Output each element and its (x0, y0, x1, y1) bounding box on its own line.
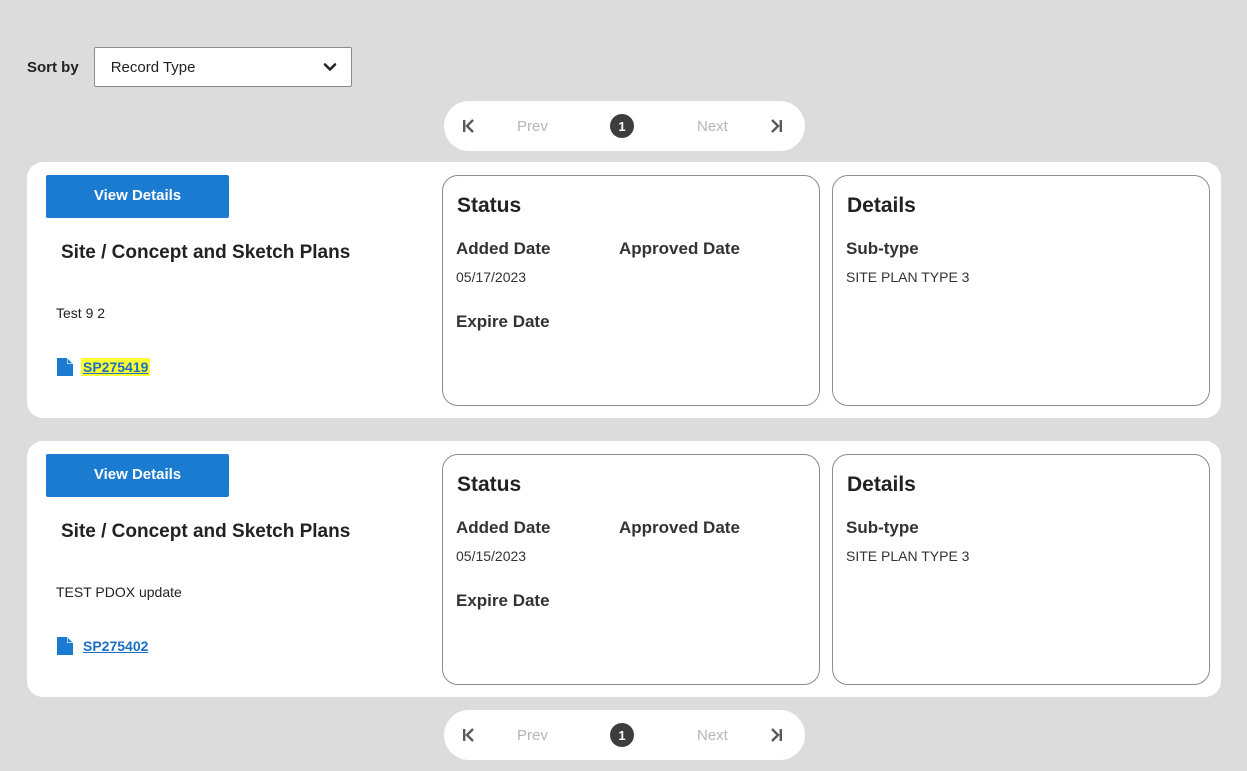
prev-page-button[interactable]: Prev (517, 118, 548, 135)
sort-selected-value: Record Type (110, 58, 196, 76)
record-card: View Details Site / Concept and Sketch P… (27, 162, 1221, 418)
document-icon (57, 358, 73, 376)
next-page-button[interactable]: Next (697, 118, 728, 135)
approved-date-label: Approved Date (619, 518, 740, 537)
status-panel: Status Added Date 05/15/2023 Approved Da… (442, 454, 820, 685)
sort-label: Sort by (27, 58, 79, 76)
status-heading: Status (457, 194, 522, 217)
status-panel: Status Added Date 05/17/2023 Approved Da… (442, 175, 820, 406)
record-title: Site / Concept and Sketch Plans (61, 521, 351, 542)
status-heading: Status (457, 473, 522, 496)
added-date-value: 05/17/2023 (456, 269, 527, 285)
next-page-button[interactable]: Next (697, 727, 728, 744)
record-id-link[interactable]: SP275402 (81, 637, 150, 655)
page-number-current[interactable]: 1 (610, 114, 634, 138)
document-icon (57, 637, 73, 655)
page-number-current[interactable]: 1 (610, 723, 634, 747)
first-page-icon[interactable] (461, 725, 477, 745)
subtype-label: Sub-type (846, 239, 919, 258)
sort-control: Sort by Record Type (27, 47, 352, 87)
last-page-icon[interactable] (768, 725, 784, 745)
expire-date-label: Expire Date (456, 591, 550, 610)
first-page-icon[interactable] (461, 116, 477, 136)
added-date-label: Added Date (456, 239, 551, 258)
record-id-link[interactable]: SP275419 (81, 358, 151, 376)
sort-select[interactable]: Record Type (93, 47, 352, 87)
view-details-button[interactable]: View Details (46, 175, 229, 218)
record-description: Test 9 2 (56, 305, 106, 321)
pagination-bottom: Prev 1 Next (444, 710, 805, 760)
added-date-value: 05/15/2023 (456, 548, 527, 564)
record-title: Site / Concept and Sketch Plans (61, 242, 351, 263)
pagination-top: Prev 1 Next (444, 101, 805, 151)
record-link-row: SP275402 (57, 637, 150, 655)
last-page-icon[interactable] (768, 116, 784, 136)
subtype-label: Sub-type (846, 518, 919, 537)
subtype-value: SITE PLAN TYPE 3 (846, 269, 970, 285)
record-card: View Details Site / Concept and Sketch P… (27, 441, 1221, 697)
details-heading: Details (847, 473, 916, 496)
expire-date-label: Expire Date (456, 312, 550, 331)
prev-page-button[interactable]: Prev (517, 727, 548, 744)
details-panel: Details Sub-type SITE PLAN TYPE 3 (832, 454, 1210, 685)
view-details-button[interactable]: View Details (46, 454, 229, 497)
added-date-label: Added Date (456, 518, 551, 537)
chevron-down-icon (323, 63, 336, 71)
subtype-value: SITE PLAN TYPE 3 (846, 548, 970, 564)
approved-date-label: Approved Date (619, 239, 740, 258)
record-description: TEST PDOX update (56, 584, 182, 600)
details-heading: Details (847, 194, 916, 217)
record-link-row: SP275419 (57, 358, 151, 376)
details-panel: Details Sub-type SITE PLAN TYPE 3 (832, 175, 1210, 406)
